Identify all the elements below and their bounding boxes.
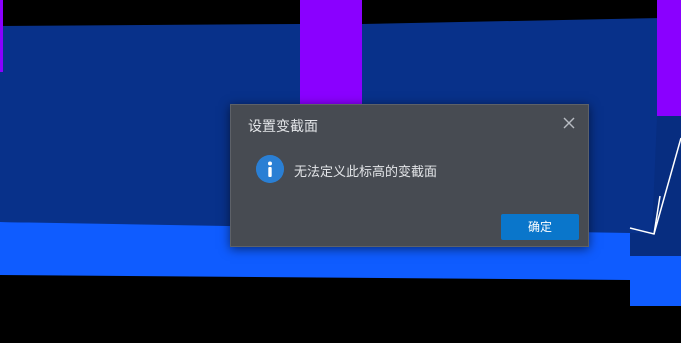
modal-dialog: 设置变截面 无法定义此标高的变截面 确定: [230, 104, 589, 247]
dialog-title: 设置变截面: [248, 119, 318, 135]
ok-button[interactable]: 确定: [501, 214, 579, 240]
close-icon[interactable]: [560, 114, 578, 132]
dialog-message: 无法定义此标高的变截面: [294, 165, 438, 180]
info-icon: [256, 155, 284, 183]
column-purple-right: [657, 0, 681, 116]
column-purple-left: [0, 0, 3, 72]
